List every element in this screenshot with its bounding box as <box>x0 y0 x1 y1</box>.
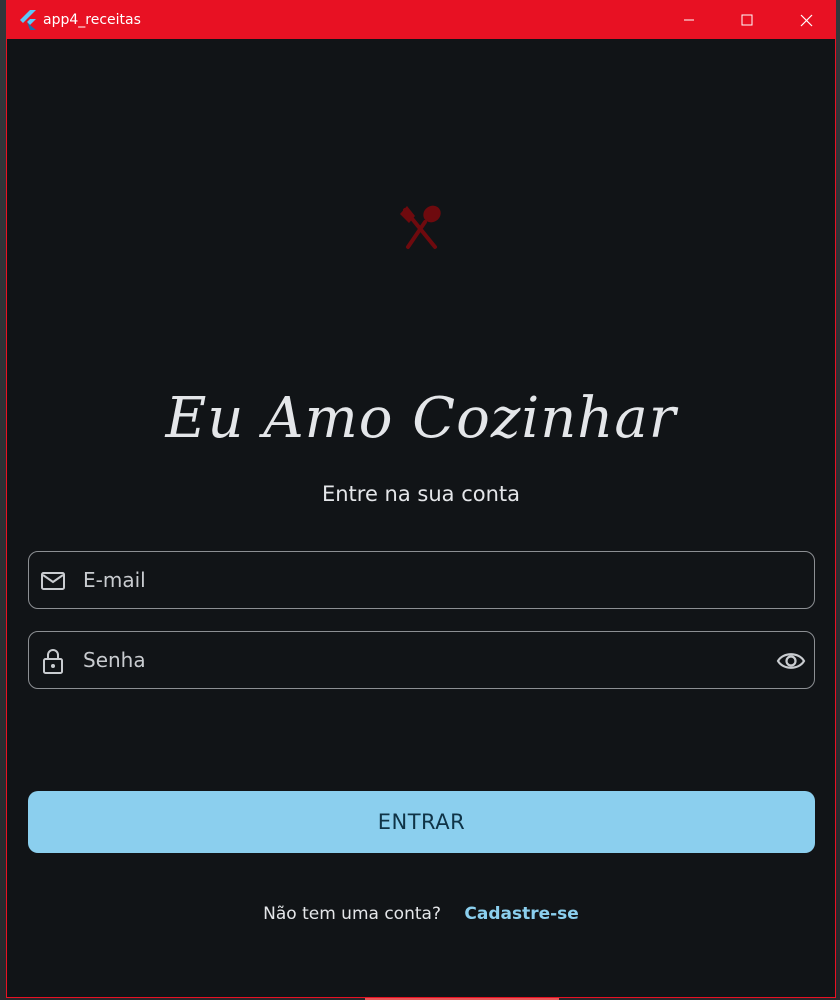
email-input[interactable] <box>83 562 763 598</box>
minimize-button[interactable] <box>660 1 718 39</box>
close-icon <box>800 14 812 26</box>
signup-row: Não tem uma conta? Cadastre-se <box>7 901 835 927</box>
maximize-icon <box>741 14 753 26</box>
maximize-button[interactable] <box>718 1 776 39</box>
password-input[interactable] <box>83 642 763 678</box>
window-title: app4_receitas <box>43 12 141 28</box>
minimize-icon <box>684 19 694 21</box>
email-field[interactable] <box>28 551 815 609</box>
page-subtitle: Entre na sua conta <box>321 482 521 506</box>
fork-spoon-icon <box>400 205 441 249</box>
eye-icon[interactable] <box>776 648 806 674</box>
title-bar[interactable]: app4_receitas <box>7 1 835 39</box>
flutter-icon <box>20 10 36 30</box>
mail-icon <box>41 572 65 590</box>
login-button[interactable]: ENTRAR <box>28 791 815 853</box>
app-name: Eu Amo Cozinhar <box>165 386 677 451</box>
close-button[interactable] <box>777 1 835 39</box>
lock-icon <box>43 649 63 674</box>
password-field[interactable] <box>28 631 815 689</box>
signup-link[interactable]: Cadastre-se <box>464 904 578 924</box>
signup-prompt: Não tem uma conta? <box>263 904 441 924</box>
app-window: app4_receitas Eu Amo Cozinhar Entre na s… <box>6 0 836 998</box>
